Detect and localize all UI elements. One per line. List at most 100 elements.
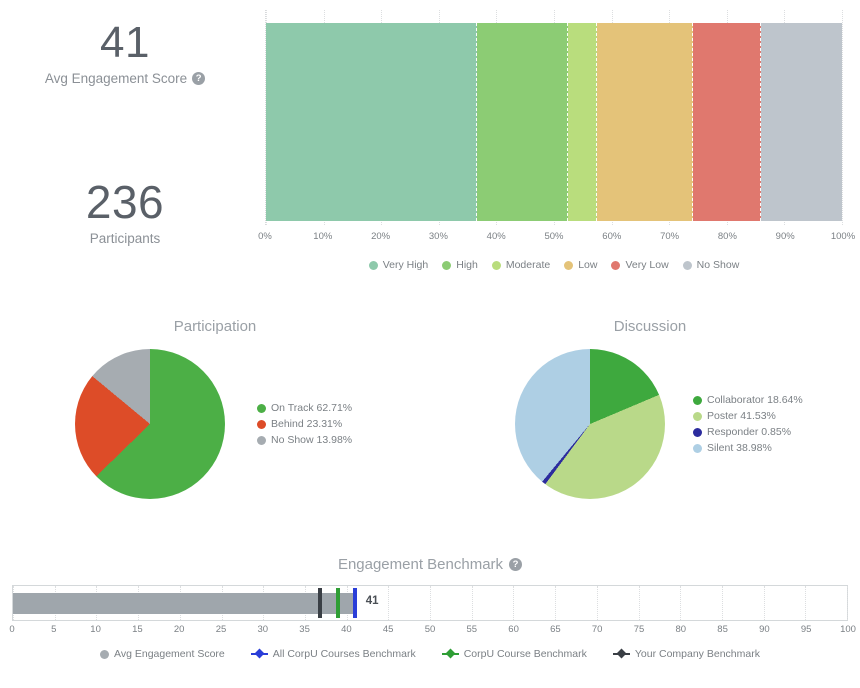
legend-label: Moderate — [505, 259, 551, 271]
legend-item[interactable]: Your Company Benchmark — [612, 648, 760, 660]
legend-item[interactable]: Poster 41.53% — [693, 410, 803, 422]
stacked-bar-segment[interactable] — [761, 23, 842, 221]
axis-tick-label: 30% — [428, 231, 448, 242]
stacked-bar[interactable] — [266, 23, 842, 221]
avg-engagement-bar[interactable] — [13, 593, 355, 614]
benchmark-marker[interactable] — [352, 588, 357, 618]
participation-row: On Track 62.71% Behind 23.31% No Show 13.9… — [10, 349, 430, 499]
legend-line-marker — [250, 650, 268, 659]
axis-tick-label: 100 — [840, 624, 856, 635]
gridline — [763, 586, 765, 620]
stacked-bar-segment[interactable] — [266, 23, 478, 221]
legend-label: Silent 38.98% — [707, 442, 772, 454]
axis-tick-label: 70 — [591, 624, 603, 635]
kpi-label: Participants — [89, 231, 161, 247]
gridline — [513, 586, 515, 620]
gridline — [842, 10, 843, 225]
legend-label: High — [456, 259, 478, 271]
legend-item[interactable]: No Show — [682, 259, 740, 271]
axis-tick-label: 10% — [313, 231, 333, 242]
benchmark-marker[interactable] — [336, 588, 341, 618]
legend-color-dot — [611, 260, 621, 270]
legend-item[interactable]: Responder 0.85% — [693, 426, 803, 438]
participation-legend: On Track 62.71% Behind 23.31% No Show 13.9… — [257, 402, 352, 446]
axis-tick-label: 75 — [633, 624, 645, 635]
axis-tick-label: 20 — [173, 624, 185, 635]
legend-item[interactable]: Very Low — [611, 259, 669, 271]
gridline — [430, 586, 431, 620]
legend-label: Collaborator 18.64% — [707, 394, 803, 406]
legend-line-marker — [612, 650, 630, 659]
help-circle-icon[interactable]: ? — [192, 72, 206, 86]
legend-label: No Show — [696, 259, 740, 271]
legend-item[interactable]: Behind 23.31% — [257, 418, 352, 430]
legend-color-dot — [564, 260, 574, 270]
stacked-bar-plot — [265, 10, 843, 225]
gridline — [596, 586, 598, 620]
axis-tick-label: 15 — [132, 624, 143, 635]
participation-pie[interactable] — [75, 349, 225, 499]
legend-item[interactable]: Silent 38.98% — [693, 442, 803, 454]
legend-label: Very High — [382, 259, 429, 271]
legend-label: Your Company Benchmark — [634, 648, 760, 660]
legend-item[interactable]: Very High — [368, 259, 429, 271]
legend-item[interactable]: Low — [564, 259, 597, 271]
legend-label: Behind 23.31% — [271, 418, 343, 430]
benchmark-title: Engagement Benchmark — [337, 556, 504, 573]
benchmark-title-row: Engagement Benchmark ? — [0, 556, 860, 573]
axis-tick-label: 45 — [382, 624, 394, 635]
legend-label: Avg Engagement Score — [114, 648, 225, 660]
benchmark-value-label: 41 — [365, 595, 379, 607]
legend-item[interactable]: CorpU Course Benchmark — [441, 648, 587, 660]
gridline — [471, 586, 473, 620]
legend-label: On Track 62.71% — [271, 402, 353, 414]
kpi-participants: 236 Participants — [0, 178, 250, 247]
axis-tick-label: 50 — [424, 624, 436, 635]
gridline — [555, 586, 557, 620]
axis-tick-label: 0% — [258, 231, 272, 242]
axis-tick-label: 80% — [717, 231, 737, 242]
axis-tick-label: 90% — [775, 231, 795, 242]
legend-color-dot — [257, 435, 266, 445]
axis-tick-label: 65 — [550, 624, 561, 635]
stacked-bar-segment[interactable] — [693, 23, 762, 221]
discussion-pie[interactable] — [515, 349, 665, 499]
participation-chart: Participation On Track 62.71% Behind 23.3… — [10, 318, 430, 499]
legend-item[interactable]: No Show 13.98% — [257, 434, 352, 446]
legend-color-dot — [368, 260, 378, 270]
axis-tick-label: 40 — [341, 624, 352, 635]
stacked-bar-segment[interactable] — [596, 23, 694, 221]
axis-tick-label: 40% — [486, 231, 506, 242]
stacked-bar-segment[interactable] — [477, 23, 568, 221]
axis-tick-label: 55 — [466, 624, 478, 635]
axis-tick-label: 90 — [759, 624, 770, 635]
legend-item[interactable]: All CorpU Courses Benchmark — [250, 648, 416, 660]
stacked-bar-segment[interactable] — [567, 23, 597, 221]
benchmark-marker[interactable] — [317, 588, 322, 618]
gridline — [847, 586, 848, 620]
legend-item[interactable]: Moderate — [491, 259, 551, 271]
legend-item[interactable]: High — [442, 259, 478, 271]
axis-tick-label: 0 — [9, 624, 15, 635]
legend-label: All CorpU Courses Benchmark — [272, 648, 416, 660]
legend-color-dot — [693, 427, 702, 437]
axis-tick-label: 20% — [371, 231, 391, 242]
legend-color-dot — [491, 260, 501, 270]
legend-color-dot — [693, 443, 702, 453]
stacked-bar-legend: Very High High Moderate Low Very Low No Show — [265, 259, 843, 271]
engagement-benchmark-chart: Engagement Benchmark ? 41 0 5 10 15 20 25 30 35… — [0, 556, 860, 660]
kpi-label-row: Avg Engagement Score ? — [0, 71, 250, 86]
legend-item[interactable]: Collaborator 18.64% — [693, 394, 803, 406]
axis-tick-label: 25 — [215, 624, 227, 635]
legend-item[interactable]: Avg Engagement Score — [100, 648, 225, 660]
kpi-column: 41 Avg Engagement Score ? 236 Participan… — [0, 0, 250, 300]
axis-tick-label: 95 — [800, 624, 812, 635]
legend-color-dot — [682, 260, 692, 270]
legend-item[interactable]: On Track 62.71% — [257, 402, 352, 414]
engagement-distribution-chart: 0% 10% 20% 30% 40% 50% 60% 70% 80% 90% 100% Very H… — [258, 10, 855, 271]
legend-color-dot — [693, 411, 702, 421]
legend-color-dot — [442, 260, 452, 270]
benchmark-legend: Avg Engagement Score All CorpU Courses Be… — [0, 648, 860, 660]
legend-label: Responder 0.85% — [707, 426, 792, 438]
help-circle-icon[interactable]: ? — [509, 558, 523, 571]
